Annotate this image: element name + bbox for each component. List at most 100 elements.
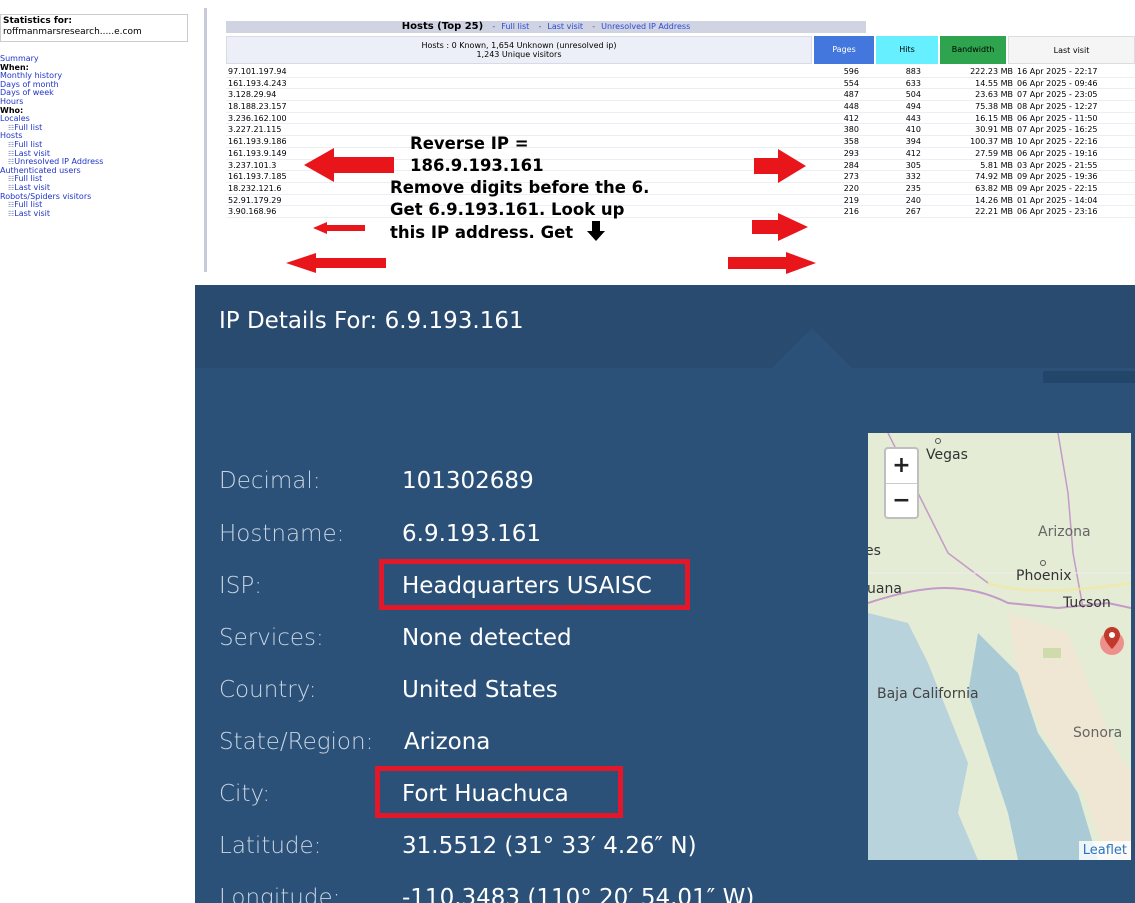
- field-latitude: Latitude: 31.5512 (31° 33′ 4.26″ N): [219, 833, 697, 859]
- bandwidth-cell: 27.59 MB: [975, 148, 1013, 158]
- host-ip-cell: 3.90.168.96: [228, 207, 277, 217]
- hits-cell: 235: [905, 183, 921, 193]
- map-attribution-link[interactable]: Leaflet: [1078, 841, 1131, 860]
- field-state-region: State/Region: Arizona: [219, 729, 490, 755]
- annotation-line3: Remove digits before the 6.: [390, 178, 650, 197]
- map-label-arizona: Arizona: [1038, 524, 1091, 540]
- field-services-label: Services:: [219, 625, 324, 651]
- pages-cell: 412: [843, 113, 859, 123]
- menu-days-of-week[interactable]: Days of week: [0, 89, 200, 98]
- city-highlight-box: [375, 766, 623, 818]
- bandwidth-cell: 30.91 MB: [975, 125, 1013, 135]
- table-row: 3.236.162.100 412 443 16.15 MB 06 Apr 2025 -…: [226, 113, 1135, 125]
- field-country-value: United States: [402, 677, 558, 703]
- host-ip-cell: 3.236.162.100: [228, 113, 287, 123]
- col-last-visit-header: Last visit: [1008, 36, 1135, 64]
- header-notch: [772, 328, 852, 368]
- field-latitude-value: 31.5512 (31° 33′ 4.26″ N): [402, 833, 697, 859]
- last-visit-cell: 10 Apr 2025 - 22:16: [1017, 137, 1098, 147]
- ip-details-panel: IP Details For: 6.9.193.161 Decimal: 1013…: [195, 285, 1135, 903]
- zoom-in-button[interactable]: +: [886, 449, 917, 484]
- map-label-vegas: Vegas: [926, 447, 968, 463]
- host-ip-cell: 18.188.23.157: [228, 102, 287, 112]
- hits-cell: 240: [905, 195, 921, 205]
- isp-highlight-box: [379, 559, 690, 610]
- pages-cell: 380: [843, 125, 859, 135]
- hits-cell: 412: [905, 148, 921, 158]
- field-decimal-value: 101302689: [402, 468, 534, 494]
- field-decimal-label: Decimal:: [219, 468, 321, 494]
- pages-cell: 216: [843, 207, 859, 217]
- hosts-table-header: Hosts : 0 Known, 1,654 Unknown (unresolv…: [226, 36, 1135, 64]
- last-visit-cell: 06 Apr 2025 - 23:16: [1017, 207, 1098, 217]
- last-visit-cell: 07 Apr 2025 - 16:25: [1017, 125, 1098, 135]
- field-city-label: City:: [219, 781, 271, 807]
- hosts-summary-line1: Hosts : 0 Known, 1,654 Unknown (unresolv…: [421, 41, 617, 50]
- hosts-last-visit-link[interactable]: Last visit: [547, 22, 583, 31]
- col-pages-header: Pages: [814, 36, 874, 64]
- hits-cell: 504: [905, 90, 921, 100]
- statistics-label: Statistics for:: [3, 16, 72, 26]
- hits-cell: 633: [905, 78, 921, 88]
- hosts-table-title: Hosts (Top 25): [401, 21, 484, 32]
- arrow-left-icon: [286, 253, 386, 273]
- col-hits-header: Hits: [876, 36, 938, 64]
- bandwidth-cell: 5.81 MB: [980, 160, 1013, 170]
- field-services: Services: None detected: [219, 625, 572, 651]
- host-ip-cell: 52.91.179.29: [228, 195, 282, 205]
- arrow-right-icon: [752, 213, 808, 241]
- pages-cell: 273: [843, 172, 859, 182]
- pages-cell: 220: [843, 183, 859, 193]
- bandwidth-cell: 222.23 MB: [970, 67, 1013, 76]
- hits-cell: 332: [905, 172, 921, 182]
- last-visit-cell: 08 Apr 2025 - 12:27: [1017, 102, 1098, 112]
- last-visit-cell: 06 Apr 2025 - 09:46: [1017, 78, 1098, 88]
- map-label-sonora: Sonora: [1073, 725, 1123, 741]
- host-ip-cell: 3.227.21.115: [228, 125, 282, 135]
- hosts-summary: Hosts : 0 Known, 1,654 Unknown (unresolv…: [226, 36, 812, 64]
- field-state-region-value: Arizona: [404, 729, 491, 755]
- table-row: 18.188.23.157 448 494 75.38 MB 08 Apr 2025 -…: [226, 101, 1135, 113]
- hits-cell: 883: [905, 67, 921, 76]
- annotation-text: Reverse IP = 186.9.193.161 Remove digits…: [390, 133, 649, 247]
- table-row: 3.90.168.96 216 267 22.21 MB 06 Apr 2025 - 2…: [226, 206, 1135, 218]
- last-visit-cell: 06 Apr 2025 - 19:16: [1017, 148, 1098, 158]
- pages-cell: 596: [843, 67, 859, 76]
- menu-who-heading: Who:: [0, 105, 24, 115]
- map-label-uana: uana: [868, 581, 902, 597]
- host-ip-cell: 161.193.4.243: [228, 78, 287, 88]
- table-row: 52.91.179.29 219 240 14.26 MB 01 Apr 2025 - …: [226, 195, 1135, 207]
- last-visit-cell: 09 Apr 2025 - 19:36: [1017, 172, 1098, 182]
- host-ip-cell: 3.128.29.94: [228, 90, 277, 100]
- statistics-site: roffmanmarsresearch.....e.com: [3, 27, 142, 37]
- hits-cell: 305: [905, 160, 921, 170]
- hosts-unresolved-link[interactable]: Unresolved IP Address: [601, 22, 690, 31]
- arrow-right-icon: [754, 149, 806, 183]
- last-visit-cell: 16 Apr 2025 - 22:17: [1017, 67, 1098, 76]
- frame-divider[interactable]: [204, 8, 207, 272]
- menu-locales-full-list[interactable]: Full list: [0, 123, 200, 133]
- hits-cell: 267: [905, 207, 921, 217]
- table-row: 161.193.4.243 554 633 14.55 MB 06 Apr 2025 -…: [226, 78, 1135, 90]
- menu-hours[interactable]: Hours: [0, 97, 200, 107]
- ip-details-title: IP Details For: 6.9.193.161: [219, 308, 524, 334]
- pages-cell: 448: [843, 102, 859, 112]
- field-isp-label: ISP:: [219, 573, 263, 599]
- last-visit-cell: 06 Apr 2025 - 11:50: [1017, 113, 1098, 123]
- bandwidth-cell: 63.82 MB: [975, 183, 1013, 193]
- hits-cell: 394: [905, 137, 921, 147]
- host-ip-cell: 161.193.9.149: [228, 148, 287, 158]
- field-isp: ISP: Headquarters USAISC: [219, 573, 652, 599]
- bandwidth-cell: 16.15 MB: [975, 113, 1013, 123]
- menu-summary[interactable]: Summary: [0, 54, 200, 64]
- hosts-full-list-link[interactable]: Full list: [501, 22, 529, 31]
- menu-robots-last-visit[interactable]: Last visit: [0, 209, 200, 219]
- statistics-header: Statistics for: roffmanmarsresearch.....…: [0, 14, 188, 42]
- annotation-line2: 186.9.193.161: [410, 156, 544, 175]
- pages-cell: 487: [843, 90, 859, 100]
- zoom-out-button[interactable]: −: [886, 484, 917, 518]
- location-map[interactable]: + − Vegas Arizona Phoenix Tucson es uana…: [868, 433, 1131, 860]
- bandwidth-cell: 22.21 MB: [975, 207, 1013, 217]
- host-ip-cell: 161.193.7.185: [228, 172, 287, 182]
- pages-cell: 358: [843, 137, 859, 147]
